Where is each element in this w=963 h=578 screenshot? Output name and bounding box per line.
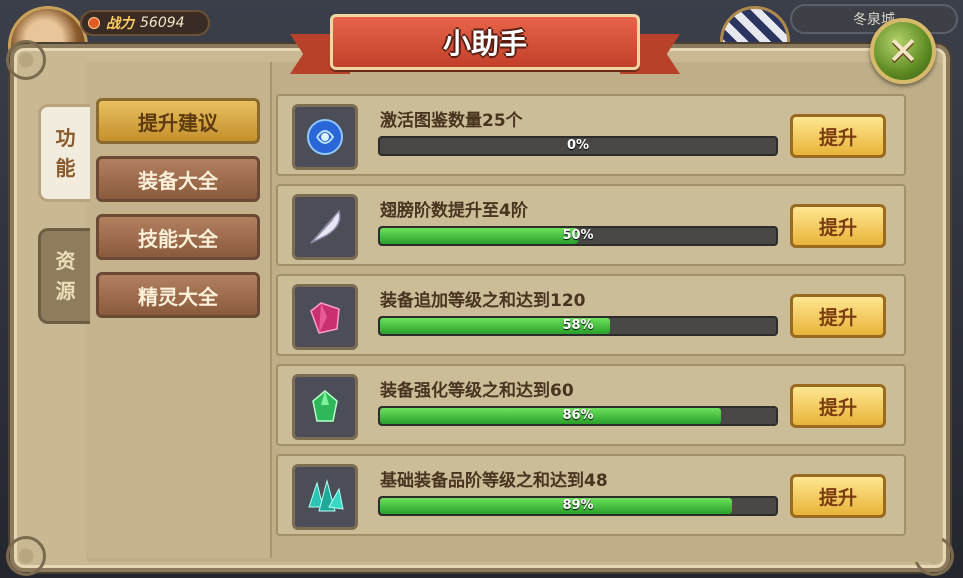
corner-ornament-icon [6,536,46,576]
power-value: 56094 [140,15,185,31]
upgrade-button[interactable]: 提升 [790,204,886,248]
menu-improve-suggestions[interactable]: 提升建议 [96,98,260,144]
list-item: 基础装备品阶等级之和达到48 89% 提升 [276,454,906,536]
item-description: 装备强化等级之和达到60 [380,381,574,401]
menu-equipment-guide[interactable]: 装备大全 [96,156,260,202]
item-description: 激活图鉴数量25个 [380,111,523,131]
corner-ornament-icon [6,40,46,80]
tab-function-label-1: 功 [55,126,76,150]
city-name-button[interactable]: 冬泉城 [790,4,958,34]
progress-text: 89% [562,498,594,513]
menu-spirit-guide[interactable]: 精灵大全 [96,272,260,318]
list-item: 翅膀阶数提升至4阶 50% 提升 [276,184,906,266]
progress-text: 0% [566,138,590,153]
pink-crystal-icon [310,302,340,334]
progress-text: 50% [562,228,594,243]
menu-skill-guide[interactable]: 技能大全 [96,214,260,260]
tab-resource-label-1: 资 [55,249,76,273]
item-icon-frame [292,374,358,440]
teal-crystal-cluster-icon [308,479,344,512]
suggestion-list[interactable]: 激活图鉴数量25个 0% 提升 翅膀阶数提升至4阶 50% 提升 装备追加等级之 [276,90,914,558]
progress-bar: 89% [378,496,778,516]
title-banner: 小助手 [290,12,680,76]
tab-function-label-2: 能 [55,156,76,180]
item-icon-frame [292,464,358,530]
upgrade-button[interactable]: 提升 [790,114,886,158]
item-icon-frame [292,284,358,350]
upgrade-button[interactable]: 提升 [790,384,886,428]
item-icon-frame [292,194,358,260]
white-feather-icon [310,209,341,244]
item-description: 翅膀阶数提升至4阶 [380,201,528,221]
title-plate: 小助手 [330,14,640,70]
tab-function[interactable]: 功 能 [38,104,90,202]
combat-power-bar: 战力 56094 [80,10,210,36]
upgrade-button[interactable]: 提升 [790,474,886,518]
upgrade-button[interactable]: 提升 [790,294,886,338]
item-icon-frame [292,104,358,170]
item-description: 装备追加等级之和达到120 [380,291,586,311]
item-description: 基础装备品阶等级之和达到48 [380,471,608,491]
blue-crystal-orb-icon [307,119,343,155]
list-item: 装备强化等级之和达到60 86% 提升 [276,364,906,446]
progress-bar: 50% [378,226,778,246]
tab-resource-label-2: 源 [55,279,76,303]
progress-bar: 58% [378,316,778,336]
progress-bar: 86% [378,406,778,426]
progress-bar: 0% [378,136,778,156]
list-item: 激活图鉴数量25个 0% 提升 [276,94,906,176]
green-gem-icon [312,390,338,422]
power-icon [88,17,100,29]
progress-text: 86% [562,408,594,423]
progress-text: 58% [562,318,594,333]
dialog-title: 小助手 [442,27,527,60]
close-button[interactable]: ✕ [870,18,936,84]
close-icon: ✕ [887,29,919,73]
list-item: 装备追加等级之和达到120 58% 提升 [276,274,906,356]
power-label: 战力 [106,16,134,32]
tab-resource[interactable]: 资 源 [38,228,90,324]
